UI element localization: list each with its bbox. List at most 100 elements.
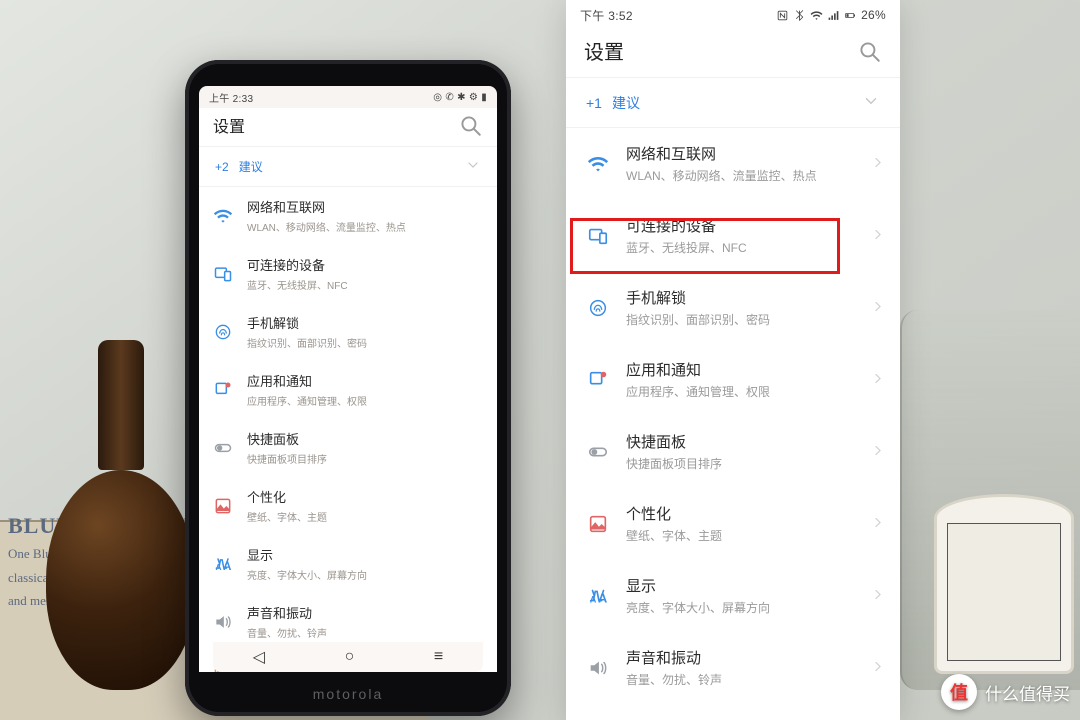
fingerprint-icon	[213, 322, 233, 342]
enlarged-battery-text: 26%	[861, 8, 886, 22]
phone-status-time: 上午 2:33	[209, 90, 253, 105]
settings-row-theme[interactable]: 个性化壁纸、字体、主题	[566, 488, 900, 560]
row-subtitle: 壁纸、字体、主题	[247, 509, 485, 524]
theme-icon	[213, 496, 233, 516]
wifi-icon	[213, 206, 233, 226]
settings-row-wifi[interactable]: 网络和互联网 WLAN、移动网络、流量监控、热点	[566, 128, 900, 200]
enlarged-status-icons: 26%	[776, 8, 886, 22]
chevron-right-icon	[870, 514, 886, 533]
phone-status-icons: ◎ ✆ ✱ ⚙ ▮	[433, 92, 487, 103]
row-title: 快捷面板	[247, 429, 485, 448]
row-title: 显示	[247, 545, 485, 564]
nfc-icon	[776, 9, 789, 22]
enlarged-status-time: 下午 3:52	[580, 7, 633, 24]
row-title: 声音和振动	[626, 647, 884, 668]
display-icon	[586, 584, 610, 608]
bottle-prop	[46, 340, 196, 690]
row-title: 网络和互联网	[626, 143, 884, 164]
search-icon[interactable]	[457, 112, 483, 138]
chevron-right-icon	[870, 298, 886, 317]
watermark: 值 什么值得买	[941, 674, 1070, 710]
phone-brand-label: motorola	[185, 686, 511, 702]
phone-suggestion-row[interactable]: +2 建议	[199, 146, 497, 187]
search-icon[interactable]	[856, 38, 882, 64]
settings-row-finger[interactable]: 手机解锁指纹识别、面部识别、密码	[199, 303, 497, 361]
row-subtitle: 音量、勿扰、铃声	[626, 671, 884, 688]
chevron-down-icon	[465, 157, 481, 176]
row-title: 网络和互联网	[247, 197, 485, 216]
row-title: 手机解锁	[247, 313, 485, 332]
phone-device: 上午 2:33 ◎ ✆ ✱ ⚙ ▮ 设置 +2 建议 网络和互联网 WLAN、移动…	[185, 60, 511, 716]
row-subtitle: WLAN、移动网络、流量监控、热点	[247, 219, 485, 234]
enlarged-header: 设置	[566, 30, 900, 77]
row-subtitle: 指纹识别、面部识别、密码	[626, 311, 884, 328]
settings-row-wifi[interactable]: 网络和互联网 WLAN、移动网络、流量监控、热点	[199, 187, 497, 245]
chevron-right-icon	[870, 442, 886, 461]
row-title: 可连接的设备	[247, 255, 485, 274]
phone-settings-panel: 上午 2:33 ◎ ✆ ✱ ⚙ ▮ 设置 +2 建议 网络和互联网 WLAN、移动…	[199, 86, 497, 672]
settings-row-panel[interactable]: 快捷面板快捷面板项目排序	[566, 416, 900, 488]
row-title: 快捷面板	[626, 431, 884, 452]
enlarged-status-bar: 下午 3:52 26%	[566, 0, 900, 30]
enlarged-suggestion-row[interactable]: +1 建议	[566, 77, 900, 128]
phone-settings-list: 网络和互联网 WLAN、移动网络、流量监控、热点可连接的设备蓝牙、无线投屏、NFC…	[199, 187, 497, 672]
settings-row-finger[interactable]: 手机解锁指纹识别、面部识别、密码	[566, 272, 900, 344]
row-subtitle: 快捷面板项目排序	[626, 455, 884, 472]
devices-icon	[213, 264, 233, 284]
row-subtitle: 亮度、字体大小、屏幕方向	[247, 567, 485, 582]
candle-prop	[934, 494, 1074, 674]
chevron-down-icon	[862, 92, 880, 113]
row-subtitle: 指纹识别、面部识别、密码	[247, 335, 485, 350]
settings-row-sound[interactable]: 声音和振动音量、勿扰、铃声	[566, 632, 900, 704]
row-title: 可连接的设备	[626, 215, 884, 236]
row-subtitle: 蓝牙、无线投屏、NFC	[247, 277, 485, 292]
fingerprint-icon	[586, 296, 610, 320]
nav-recent-button[interactable]: ≡	[434, 648, 443, 666]
row-subtitle: 壁纸、字体、主题	[626, 527, 884, 544]
settings-row-apps[interactable]: 应用和通知应用程序、通知管理、权限	[566, 344, 900, 416]
signal-icon	[827, 9, 840, 22]
row-title: 个性化	[626, 503, 884, 524]
photo-background: BLUE MOUNTAINS One Blue Mountain with cr…	[0, 0, 1080, 720]
phone-header: 设置	[199, 108, 497, 146]
settings-row-devices[interactable]: 可连接的设备蓝牙、无线投屏、NFC	[199, 245, 497, 303]
phone-suggestion-label: 建议	[239, 158, 263, 175]
settings-row-apps[interactable]: 应用和通知应用程序、通知管理、权限	[199, 361, 497, 419]
settings-row-display[interactable]: 显示亮度、字体大小、屏幕方向	[566, 560, 900, 632]
phone-suggestion-badge: +2	[215, 160, 229, 174]
nav-home-button[interactable]: ○	[345, 648, 355, 666]
phone-page-title: 设置	[213, 113, 245, 137]
settings-row-display[interactable]: 显示亮度、字体大小、屏幕方向	[199, 535, 497, 593]
sound-icon	[213, 612, 233, 632]
row-title: 声音和振动	[247, 603, 485, 622]
row-subtitle: WLAN、移动网络、流量监控、热点	[626, 167, 884, 184]
row-title: 显示	[626, 575, 884, 596]
settings-row-battery[interactable]: 电池26%	[566, 704, 900, 720]
settings-row-devices[interactable]: 可连接的设备蓝牙、无线投屏、NFC	[566, 200, 900, 272]
settings-row-panel[interactable]: 快捷面板快捷面板项目排序	[199, 419, 497, 477]
row-subtitle: 音量、勿扰、铃声	[247, 625, 485, 640]
chevron-right-icon	[870, 154, 886, 173]
quick-panel-icon	[586, 440, 610, 464]
display-icon	[213, 554, 233, 574]
row-subtitle: 蓝牙、无线投屏、NFC	[626, 239, 884, 256]
row-subtitle: 亮度、字体大小、屏幕方向	[626, 599, 884, 616]
chevron-right-icon	[870, 586, 886, 605]
wifi-icon	[586, 152, 610, 176]
chevron-right-icon	[870, 658, 886, 677]
chevron-right-icon	[870, 226, 886, 245]
devices-icon	[586, 224, 610, 248]
row-title: 应用和通知	[247, 371, 485, 390]
settings-row-theme[interactable]: 个性化壁纸、字体、主题	[199, 477, 497, 535]
enlarged-suggestion-badge: +1	[586, 95, 602, 111]
battery-status-icon	[844, 9, 857, 22]
nav-back-button[interactable]: ◁	[253, 647, 265, 667]
enlarged-page-title: 设置	[584, 36, 624, 65]
row-title: 个性化	[247, 487, 485, 506]
watermark-logo-icon: 值	[941, 674, 977, 710]
enlarged-suggestion-label: 建议	[612, 93, 640, 113]
chevron-right-icon	[870, 370, 886, 389]
enlarged-settings-panel: 下午 3:52 26% 设置 +1 建议 网络和互联网 WLAN、移动网络、流量监…	[566, 0, 900, 720]
row-title: 应用和通知	[626, 359, 884, 380]
enlarged-settings-list: 网络和互联网 WLAN、移动网络、流量监控、热点可连接的设备蓝牙、无线投屏、NFC…	[566, 128, 900, 720]
